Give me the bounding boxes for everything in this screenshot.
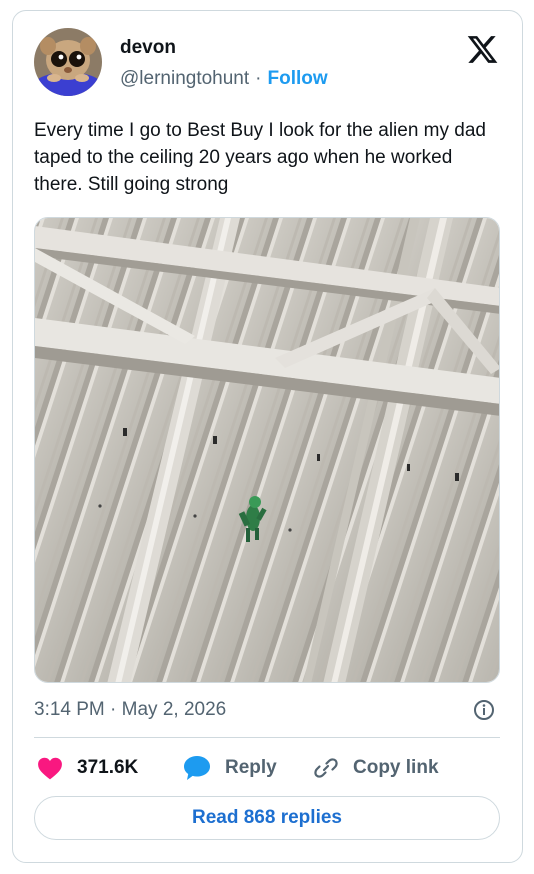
like-count: 371.6K bbox=[77, 757, 139, 778]
tweet-card: devon @lerningtohunt · Follow Every time I… bbox=[12, 10, 523, 863]
like-button[interactable]: 371.6K bbox=[37, 753, 138, 783]
follow-button[interactable]: Follow bbox=[267, 68, 327, 89]
divider bbox=[34, 737, 500, 738]
read-replies-button[interactable]: Read 868 replies bbox=[34, 796, 500, 840]
tweet-photo[interactable] bbox=[34, 217, 500, 683]
heart-icon bbox=[38, 757, 62, 780]
link-icon bbox=[314, 758, 338, 778]
copy-link-button[interactable]: Copy link bbox=[313, 753, 439, 783]
copy-link-label: Copy link bbox=[353, 757, 439, 778]
info-icon[interactable] bbox=[473, 699, 495, 721]
avatar[interactable] bbox=[34, 28, 102, 96]
reply-label: Reply bbox=[225, 757, 277, 778]
author-handle[interactable]: @lerningtohunt bbox=[120, 68, 249, 89]
tweet-text: Every time I go to Best Buy I look for t… bbox=[34, 120, 486, 195]
separator: · bbox=[255, 68, 262, 89]
author-handle-row: @lerningtohunt · Follow bbox=[120, 68, 328, 90]
author-name[interactable]: devon bbox=[120, 37, 176, 59]
tweet-timestamp[interactable]: 3:14 PM · May 2, 2026 bbox=[34, 699, 226, 721]
reply-bubble-icon bbox=[184, 756, 210, 780]
x-logo-icon[interactable] bbox=[466, 33, 499, 66]
reply-button[interactable]: Reply bbox=[183, 753, 277, 783]
